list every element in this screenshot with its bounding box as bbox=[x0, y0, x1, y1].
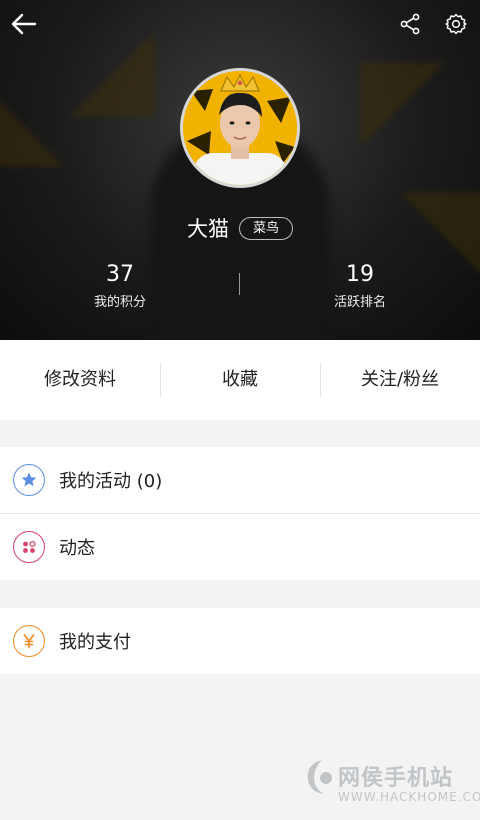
tab-favorites[interactable]: 收藏 bbox=[160, 362, 320, 398]
rank-value: 19 bbox=[346, 262, 374, 287]
points-stat[interactable]: 37 我的积分 bbox=[50, 262, 190, 312]
tab-edit-profile[interactable]: 修改资料 bbox=[0, 362, 160, 398]
background-decoration: ◣ bbox=[0, 51, 65, 179]
back-arrow-icon bbox=[11, 13, 37, 35]
rank-label: 活跃排名 bbox=[333, 295, 386, 310]
share-button[interactable] bbox=[390, 4, 430, 44]
yen-icon bbox=[13, 625, 45, 657]
watermark-logo-icon bbox=[307, 760, 332, 794]
back-button[interactable] bbox=[4, 4, 44, 44]
username: 大猫 bbox=[186, 217, 229, 241]
watermark: 网侯手机站 WWW.HACKHOME.COM bbox=[302, 756, 480, 816]
points-value: 37 bbox=[106, 262, 134, 287]
profile-tabs: 修改资料 收藏 关注/粉丝 bbox=[0, 340, 480, 420]
menu-item-label: 动态 bbox=[59, 538, 95, 559]
background-decoration: ◤ bbox=[360, 31, 445, 159]
level-badge: 菜鸟 bbox=[238, 216, 293, 240]
avatar[interactable] bbox=[180, 68, 300, 188]
background-decoration: ◢ bbox=[70, 1, 155, 129]
menu-item-label: 我的活动 (0) bbox=[59, 471, 163, 492]
rank-stat[interactable]: 19 活跃排名 bbox=[290, 262, 430, 312]
tab-follow-fans[interactable]: 关注/粉丝 bbox=[320, 362, 480, 398]
dots-icon bbox=[13, 531, 45, 563]
avatar-image bbox=[183, 71, 297, 185]
gear-icon bbox=[445, 13, 467, 35]
points-label: 我的积分 bbox=[93, 295, 146, 310]
star-icon bbox=[13, 464, 45, 496]
menu-item-label: 我的支付 bbox=[59, 632, 131, 653]
settings-button[interactable] bbox=[436, 4, 476, 44]
menu-item-my-activities[interactable]: 我的活动 (0) bbox=[0, 447, 480, 513]
share-icon bbox=[400, 13, 420, 35]
menu-item-feed[interactable]: 动态 bbox=[0, 514, 480, 580]
profile-header: ◣ ◢ ◤ ◥ 大猫 菜鸟 37 我的积分 19 活跃排名 bbox=[0, 0, 480, 340]
username-row: 大猫 菜鸟 bbox=[0, 213, 480, 243]
watermark-url: WWW.HACKHOME.COM bbox=[338, 790, 480, 804]
menu-item-my-payments[interactable]: 我的支付 bbox=[0, 608, 480, 674]
watermark-brand: 网侯手机站 bbox=[338, 766, 454, 791]
stat-divider bbox=[239, 273, 240, 295]
